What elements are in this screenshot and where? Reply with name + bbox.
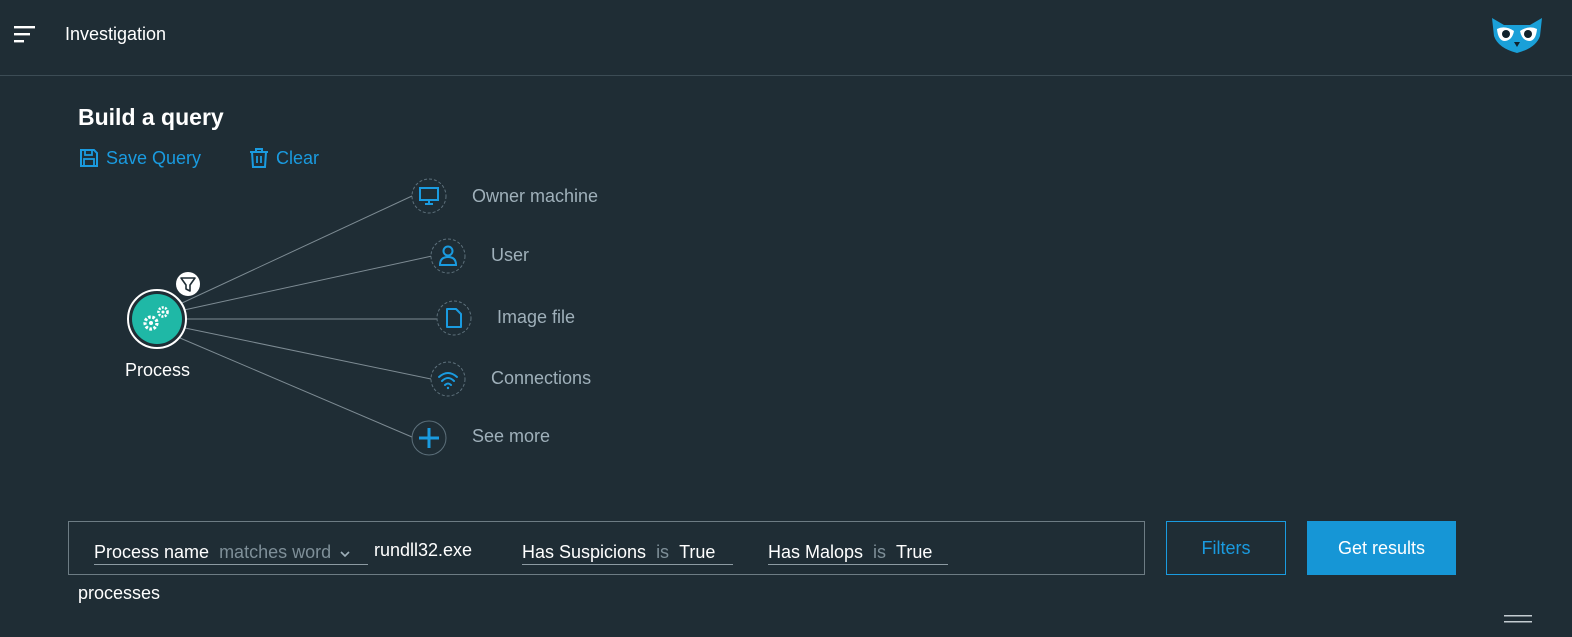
condition-value: True [679, 542, 716, 562]
see-more-label[interactable]: See more [472, 426, 550, 447]
resize-handle-icon[interactable] [1504, 614, 1532, 624]
filters-button[interactable]: Filters [1166, 521, 1286, 575]
trash-icon [250, 148, 268, 168]
operator-dropdown[interactable]: matches word [219, 542, 331, 562]
edge-see-more [179, 337, 413, 438]
condition-has-malops[interactable]: Has Malops is True [768, 542, 948, 565]
save-query-button[interactable]: Save Query [79, 146, 201, 170]
condition-value-input[interactable]: rundll32.exe [374, 540, 472, 561]
filter-badge[interactable] [176, 272, 200, 296]
condition-operator: is [873, 542, 887, 562]
condition-value: True [896, 542, 933, 562]
save-icon [80, 149, 98, 167]
chevron-down-icon[interactable] [340, 550, 350, 558]
connections-label[interactable]: Connections [491, 368, 591, 389]
process-node[interactable] [127, 289, 187, 349]
edge-owner-machine [181, 195, 413, 304]
node-see-more[interactable] [411, 420, 447, 456]
page-title: Investigation [65, 24, 167, 44]
clear-button[interactable]: Clear [249, 146, 319, 170]
get-results-button[interactable]: Get results [1307, 521, 1456, 575]
graph-edges [179, 195, 437, 438]
condition-field: Has Suspicions [522, 542, 647, 562]
result-type-label: processes [78, 583, 161, 603]
condition-has-suspicions[interactable]: Has Suspicions is True [522, 542, 733, 565]
menu-icon[interactable] [13, 24, 37, 44]
node-connections[interactable] [430, 361, 466, 397]
top-bar: Investigation [0, 0, 1572, 76]
process-node-label: Process [125, 360, 191, 380]
node-image-file[interactable] [436, 300, 472, 336]
save-query-label: Save Query [106, 147, 202, 168]
node-user[interactable] [430, 238, 466, 274]
clear-label: Clear [276, 147, 320, 168]
node-owner-machine[interactable] [411, 178, 447, 214]
edge-user [183, 255, 433, 311]
condition-field: Process name [94, 542, 210, 562]
condition-field: Has Malops [768, 542, 864, 562]
user-label[interactable]: User [491, 245, 529, 266]
owl-logo-icon [1492, 18, 1542, 53]
condition-process-name[interactable]: Process name matches word [94, 542, 368, 565]
edge-connections [184, 327, 432, 380]
query-bar: Process name matches word rundll32.exe Ha… [68, 521, 1145, 575]
owner-machine-label[interactable]: Owner machine [472, 186, 598, 207]
image-file-label[interactable]: Image file [497, 307, 575, 328]
condition-operator: is [656, 542, 670, 562]
build-query-title: Build a query [78, 104, 224, 130]
